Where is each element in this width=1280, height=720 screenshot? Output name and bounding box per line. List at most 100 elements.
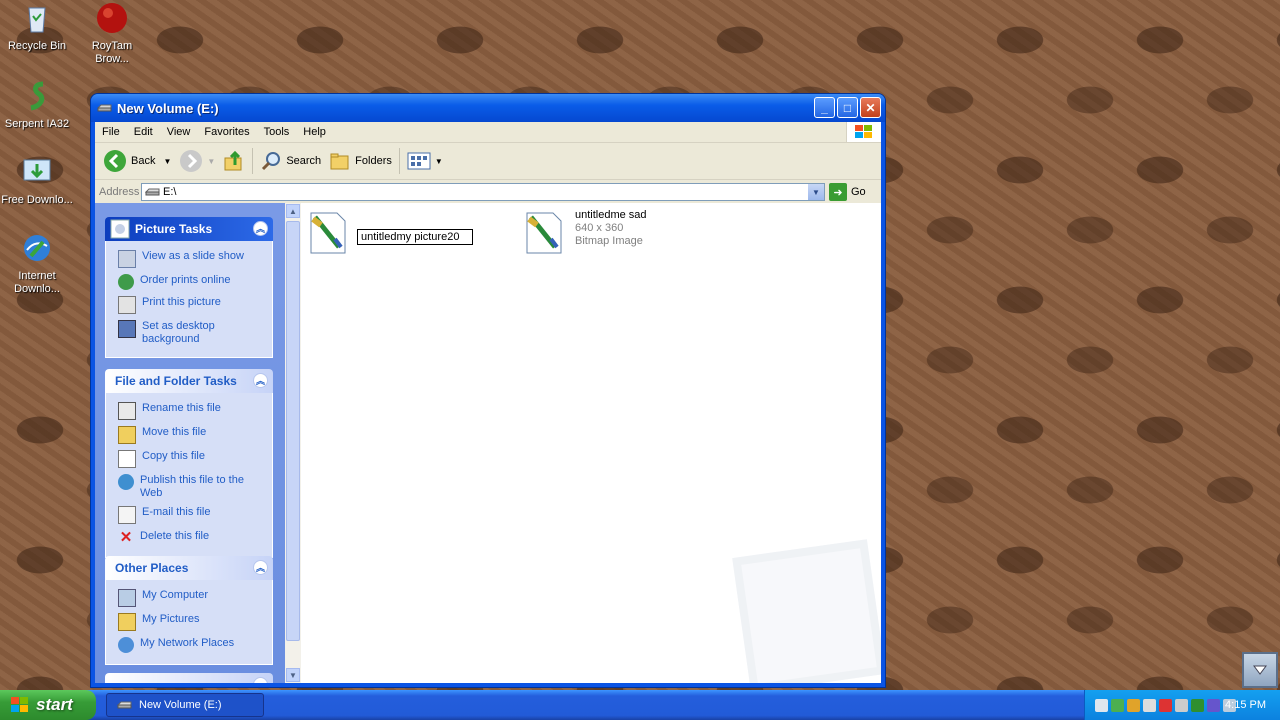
task-label: Print this picture [142,296,221,308]
task-rename-file[interactable]: Rename this file [118,399,272,423]
maximize-button[interactable]: □ [837,97,858,118]
file-type: Bitmap Image [575,235,643,247]
back-button[interactable]: Back ▼ [99,147,175,175]
task-print-picture[interactable]: Print this picture [118,293,272,317]
picture-tasks-title: Picture Tasks [135,222,213,236]
network-icon [118,637,134,653]
file-item[interactable]: untitledme sad 640 x 360 Bitmap Image [521,209,701,259]
menu-file[interactable]: File [95,126,127,138]
search-button[interactable]: Search [256,147,325,175]
file-item[interactable]: untitledmy picture20 [305,209,485,259]
task-order-prints[interactable]: Order prints online [118,271,272,293]
collapse-icon[interactable]: ︽ [253,677,268,683]
explorer-window: New Volume (E:) _ □ ✕ File Edit View Fav… [90,93,886,688]
task-label: View as a slide show [142,250,244,262]
tray-app-icon[interactable] [1159,698,1172,712]
globe-icon [118,474,134,490]
tray-app-icon[interactable] [1143,698,1156,712]
email-icon [118,506,136,524]
menu-help[interactable]: Help [296,126,333,138]
title-bar[interactable]: New Volume (E:) _ □ ✕ [91,94,885,122]
views-button[interactable]: ▼ [403,147,447,175]
address-input[interactable]: E:\ ▼ [141,183,825,201]
taskbar-window-button[interactable]: New Volume (E:) [106,693,264,717]
scroll-up-icon[interactable]: ▲ [286,204,300,218]
serpent-icon [30,81,45,111]
task-email-file[interactable]: E-mail this file [118,503,272,527]
drive-icon [145,188,160,196]
other-places-panel: Other Places ︽ My Computer My Pictures M… [105,556,273,665]
chevron-down-icon: ▼ [812,187,820,197]
task-label: My Computer [142,589,209,601]
desktop-icon-free-download[interactable]: Free Downlo... [0,156,74,207]
menu-view[interactable]: View [160,126,198,138]
rename-input[interactable]: untitledmy picture20 [357,229,473,245]
back-label: Back [131,155,156,167]
desktop-icon-label: RoyTam Brow... [91,40,133,65]
back-arrow-icon [104,150,126,172]
close-button[interactable]: ✕ [860,97,881,118]
desktop-icon-label: Free Downlo... [1,194,73,206]
desktop-icon-label: Serpent IA32 [4,118,70,130]
file-folder-tasks-header[interactable]: File and Folder Tasks ︽ [105,369,273,393]
chevron-down-icon: ▼ [207,156,216,166]
place-my-computer[interactable]: My Computer [118,586,272,610]
menu-favorites[interactable]: Favorites [197,126,256,138]
other-places-title: Other Places [115,561,189,575]
tray-app-icon[interactable] [1191,698,1204,712]
desktop-icon-recycle-bin[interactable]: Recycle Bin [0,2,74,53]
go-button[interactable]: ➜ Go [829,183,866,201]
task-copy-file[interactable]: Copy this file [118,447,272,471]
search-icon [262,152,281,171]
task-pane-scrollbar[interactable]: ▲ ▼ [285,203,301,683]
place-my-pictures[interactable]: My Pictures [118,610,272,634]
task-set-desktop-background[interactable]: Set as desktop background [118,317,272,349]
minimize-button[interactable]: _ [814,97,835,118]
collapse-icon[interactable]: ︽ [253,560,268,575]
picture-tasks-header[interactable]: Picture Tasks ︽ [105,217,273,241]
scroll-thumb[interactable] [286,221,300,641]
task-label: Order prints online [140,274,231,286]
tray-app-icon[interactable] [1111,698,1124,712]
windows-logo-icon [846,122,881,142]
globe-icon [118,274,134,290]
task-delete-file[interactable]: ✕ Delete this file [118,527,272,549]
task-move-file[interactable]: Move this file [118,423,272,447]
tray-app-icon[interactable] [1175,698,1188,712]
desktop-icon-roytam-browser[interactable]: RoyTam Brow... [75,2,149,66]
internet-download-icon [24,235,50,261]
scroll-down-icon[interactable]: ▼ [286,668,300,682]
clock[interactable]: 4:15 PM [1225,699,1266,711]
maximize-icon: □ [843,100,852,115]
address-bar: Address E:\ ▼ ➜ Go [95,180,881,205]
up-folder-button[interactable] [219,147,249,175]
tray-app-icon[interactable] [1127,698,1140,712]
tray-app-icon[interactable] [1207,698,1220,712]
desktop-icon-serpent[interactable]: Serpent IA32 [0,80,74,131]
task-publish-web[interactable]: Publish this file to the Web [118,471,272,503]
place-my-network[interactable]: My Network Places [118,634,272,656]
desktop-icon-internet-download[interactable]: Internet Downlo... [0,232,74,296]
task-label: Move this file [142,426,207,438]
other-places-header[interactable]: Other Places ︽ [105,556,273,580]
forward-button[interactable]: ▼ [175,147,219,175]
picture-icon [110,219,130,239]
task-label: Copy this file [142,450,205,462]
address-dropdown-button[interactable]: ▼ [808,184,824,200]
tray-app-icon[interactable] [1095,698,1108,712]
task-view-slideshow[interactable]: View as a slide show [118,247,272,271]
picture-folder-watermark [732,539,881,683]
address-value: E:\ [163,186,177,198]
start-button[interactable]: start [0,690,96,720]
chevron-down-icon[interactable]: ▼ [163,157,171,166]
show-desktop-button[interactable] [1242,652,1278,688]
menu-edit[interactable]: Edit [127,126,160,138]
collapse-icon[interactable]: ︽ [253,373,268,388]
menu-tools[interactable]: Tools [257,126,297,138]
taskbar: start New Volume (E:) 4:15 PM [0,690,1280,720]
collapse-icon[interactable]: ︽ [253,221,268,236]
go-label: Go [851,186,866,198]
bitmap-image-icon [526,212,562,254]
folders-button[interactable]: Folders [325,147,396,175]
details-header[interactable]: ︽ [105,673,273,683]
